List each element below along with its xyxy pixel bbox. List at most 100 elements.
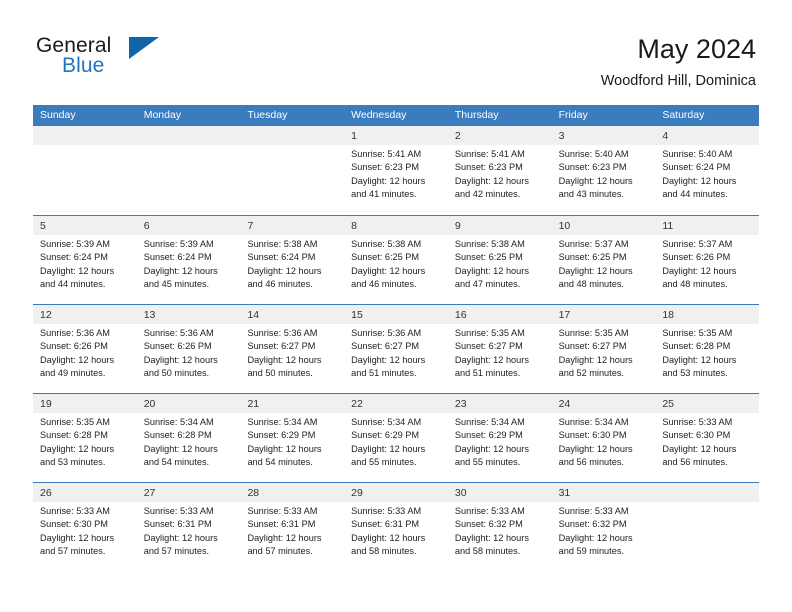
day-cell[interactable]: 4 Sunrise: 5:40 AM Sunset: 6:24 PM Daylight… — [655, 126, 760, 215]
day-number: 25 — [662, 398, 674, 410]
daylight-text-line1: Daylight: 12 hours — [40, 532, 115, 543]
sunrise-text: Sunrise: 5:33 AM — [143, 506, 214, 516]
day-cell-empty — [33, 126, 137, 215]
day-number-band — [136, 126, 241, 145]
day-cell[interactable]: 19 Sunrise: 5:35 AM Sunset: 6:28 PM Dayligh… — [33, 394, 137, 482]
day-sun-info: Sunrise: 5:36 AM Sunset: 6:26 PM Daylight:… — [137, 324, 241, 381]
sunset-text: Sunset: 6:31 PM — [351, 519, 420, 530]
daylight-text-line2: and 59 minutes. — [558, 546, 624, 557]
day-sun-info: Sunrise: 5:33 AM Sunset: 6:31 PM Daylight:… — [137, 502, 241, 559]
day-cell[interactable]: 2 Sunrise: 5:41 AM Sunset: 6:23 PM Daylight… — [447, 126, 552, 215]
daylight-text-line2: and 52 minutes. — [558, 368, 624, 379]
day-number-band: 28 — [240, 483, 345, 502]
day-cell[interactable]: 9 Sunrise: 5:38 AM Sunset: 6:25 PM Daylight… — [447, 216, 552, 304]
sunset-text: Sunset: 6:25 PM — [558, 252, 627, 263]
daylight-text-line2: and 44 minutes. — [662, 189, 728, 200]
day-number: 21 — [247, 398, 260, 410]
day-number-band: 29 — [344, 483, 448, 502]
day-number: 4 — [662, 130, 669, 142]
day-cell[interactable]: 18 Sunrise: 5:35 AM Sunset: 6:28 PM Dayligh… — [655, 305, 760, 393]
sunset-text: Sunset: 6:23 PM — [454, 162, 523, 173]
day-cell[interactable]: 15 Sunrise: 5:36 AM Sunset: 6:27 PM Dayligh… — [344, 305, 448, 393]
day-number-band: 1 — [344, 126, 448, 145]
day-number-band: 13 — [136, 305, 241, 324]
sunrise-text: Sunrise: 5:34 AM — [247, 417, 318, 427]
sunrise-text: Sunrise: 5:41 AM — [454, 149, 525, 159]
daylight-text-line1: Daylight: 12 hours — [662, 443, 737, 454]
day-cell[interactable]: 31 Sunrise: 5:33 AM Sunset: 6:32 PM Dayligh… — [551, 483, 656, 571]
day-sun-info: Sunrise: 5:39 AM Sunset: 6:24 PM Daylight:… — [137, 235, 241, 292]
daylight-text-line1: Daylight: 12 hours — [351, 532, 426, 543]
day-cell[interactable]: 3 Sunrise: 5:40 AM Sunset: 6:23 PM Daylight… — [551, 126, 656, 215]
sunrise-text: Sunrise: 5:37 AM — [558, 239, 629, 249]
sunrise-text: Sunrise: 5:40 AM — [558, 149, 629, 159]
sunrise-text: Sunrise: 5:36 AM — [143, 328, 214, 338]
day-cell[interactable]: 28 Sunrise: 5:33 AM Sunset: 6:31 PM Dayligh… — [240, 483, 345, 571]
sunrise-text: Sunrise: 5:33 AM — [247, 506, 318, 516]
sunset-text: Sunset: 6:30 PM — [558, 430, 627, 441]
day-sun-info: Sunrise: 5:39 AM Sunset: 6:24 PM Daylight:… — [33, 235, 137, 292]
day-cell[interactable]: 11 Sunrise: 5:37 AM Sunset: 6:26 PM Dayligh… — [655, 216, 760, 304]
day-sun-info: Sunrise: 5:35 AM Sunset: 6:28 PM Daylight:… — [33, 413, 137, 470]
daylight-text-line1: Daylight: 12 hours — [454, 532, 529, 543]
day-cell[interactable]: 22 Sunrise: 5:34 AM Sunset: 6:29 PM Dayligh… — [344, 394, 448, 482]
day-number-band: 27 — [136, 483, 241, 502]
day-number: 19 — [40, 398, 52, 410]
day-number: 6 — [143, 220, 150, 232]
day-cell[interactable]: 24 Sunrise: 5:34 AM Sunset: 6:30 PM Dayligh… — [551, 394, 656, 482]
daylight-text-line1: Daylight: 12 hours — [143, 354, 218, 365]
day-sun-info: Sunrise: 5:36 AM Sunset: 6:27 PM Daylight:… — [344, 324, 448, 381]
day-number-band: 5 — [33, 216, 137, 235]
day-number: 29 — [351, 487, 363, 499]
day-cell[interactable]: 6 Sunrise: 5:39 AM Sunset: 6:24 PM Daylight… — [136, 216, 241, 304]
sunrise-text: Sunrise: 5:33 AM — [454, 506, 525, 516]
day-cell-empty — [240, 126, 345, 215]
daylight-text-line2: and 50 minutes. — [143, 368, 210, 379]
day-cell[interactable]: 21 Sunrise: 5:34 AM Sunset: 6:29 PM Dayligh… — [240, 394, 345, 482]
sunrise-text: Sunrise: 5:36 AM — [40, 328, 110, 338]
day-cell[interactable]: 20 Sunrise: 5:34 AM Sunset: 6:28 PM Dayligh… — [136, 394, 241, 482]
day-cell[interactable]: 27 Sunrise: 5:33 AM Sunset: 6:31 PM Dayligh… — [136, 483, 241, 571]
day-cell[interactable]: 30 Sunrise: 5:33 AM Sunset: 6:32 PM Dayligh… — [447, 483, 552, 571]
sunrise-text: Sunrise: 5:33 AM — [351, 506, 422, 516]
day-number: 14 — [247, 309, 260, 321]
day-number: 5 — [40, 220, 46, 232]
daylight-text-line2: and 43 minutes. — [558, 189, 624, 200]
sunset-text: Sunset: 6:23 PM — [558, 162, 627, 173]
day-cell-empty — [655, 483, 760, 571]
day-cell[interactable]: 25 Sunrise: 5:33 AM Sunset: 6:30 PM Dayligh… — [655, 394, 760, 482]
sunrise-text: Sunrise: 5:38 AM — [247, 239, 318, 249]
day-number: 23 — [454, 398, 467, 410]
day-cell[interactable]: 16 Sunrise: 5:35 AM Sunset: 6:27 PM Dayligh… — [447, 305, 552, 393]
day-number-band: 17 — [551, 305, 656, 324]
day-cell[interactable]: 29 Sunrise: 5:33 AM Sunset: 6:31 PM Dayligh… — [344, 483, 448, 571]
daylight-text-line2: and 55 minutes. — [351, 457, 417, 468]
weekday-header-thursday: Thursday — [454, 109, 499, 121]
day-cell[interactable]: 5 Sunrise: 5:39 AM Sunset: 6:24 PM Daylight… — [33, 216, 137, 304]
day-number-band — [240, 126, 345, 145]
day-cell[interactable]: 7 Sunrise: 5:38 AM Sunset: 6:24 PM Daylight… — [240, 216, 345, 304]
day-number: 3 — [558, 130, 565, 142]
day-number-band: 21 — [240, 394, 345, 413]
sunrise-text: Sunrise: 5:38 AM — [351, 239, 422, 249]
day-cell[interactable]: 23 Sunrise: 5:34 AM Sunset: 6:29 PM Dayligh… — [447, 394, 552, 482]
weekday-header-saturday: Saturday — [662, 109, 705, 121]
daylight-text-line1: Daylight: 12 hours — [558, 532, 633, 543]
sunset-text: Sunset: 6:24 PM — [40, 252, 108, 263]
day-cell[interactable]: 1 Sunrise: 5:41 AM Sunset: 6:23 PM Daylight… — [344, 126, 448, 215]
day-cell[interactable]: 17 Sunrise: 5:35 AM Sunset: 6:27 PM Dayligh… — [551, 305, 656, 393]
sunrise-text: Sunrise: 5:41 AM — [351, 149, 422, 159]
day-cell[interactable]: 13 Sunrise: 5:36 AM Sunset: 6:26 PM Dayligh… — [136, 305, 241, 393]
day-cell[interactable]: 8 Sunrise: 5:38 AM Sunset: 6:25 PM Daylight… — [344, 216, 448, 304]
day-cell[interactable]: 10 Sunrise: 5:37 AM Sunset: 6:25 PM Dayligh… — [551, 216, 656, 304]
day-sun-info: Sunrise: 5:41 AM Sunset: 6:23 PM Daylight:… — [448, 145, 552, 202]
day-cell[interactable]: 14 Sunrise: 5:36 AM Sunset: 6:27 PM Dayligh… — [240, 305, 345, 393]
day-cell[interactable]: 12 Sunrise: 5:36 AM Sunset: 6:26 PM Dayligh… — [33, 305, 137, 393]
sunset-text: Sunset: 6:27 PM — [351, 341, 420, 352]
daylight-text-line2: and 53 minutes. — [662, 368, 728, 379]
sunrise-text: Sunrise: 5:35 AM — [558, 328, 629, 338]
general-blue-logo[interactable]: General Blue — [36, 34, 236, 90]
day-cell[interactable]: 26 Sunrise: 5:33 AM Sunset: 6:30 PM Dayligh… — [33, 483, 137, 571]
day-number: 12 — [40, 309, 52, 321]
daylight-text-line1: Daylight: 12 hours — [351, 443, 426, 454]
